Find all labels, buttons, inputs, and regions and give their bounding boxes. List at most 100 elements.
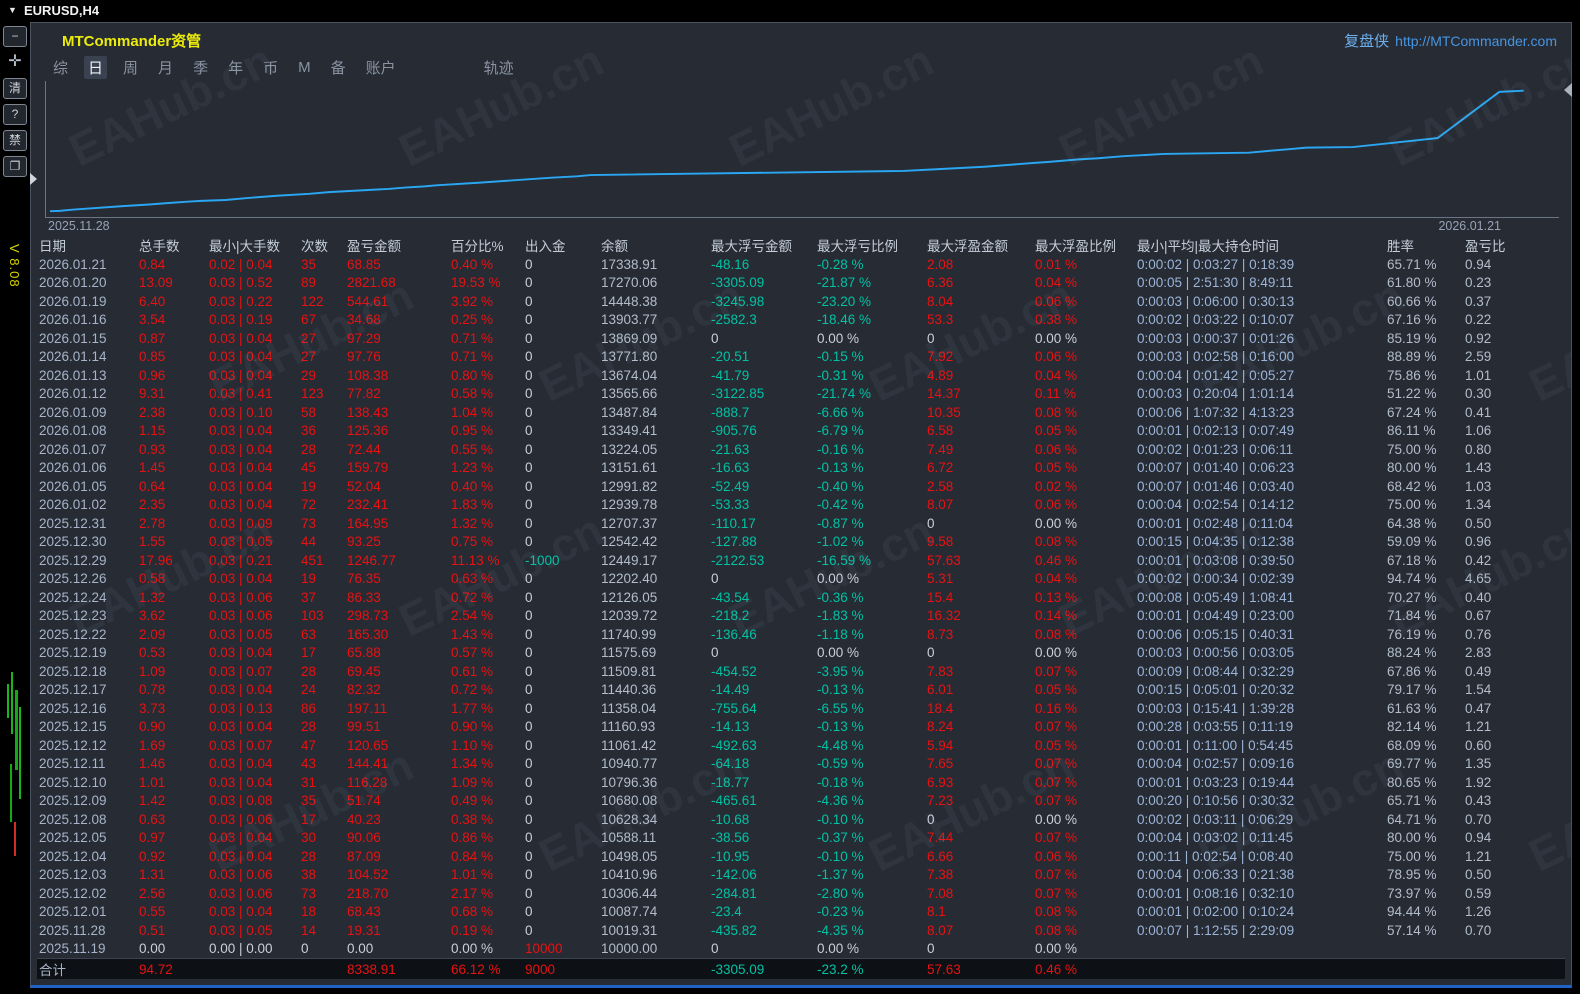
menu-item-currency[interactable]: 币 bbox=[259, 56, 282, 79]
cell-date: 2025.12.30 bbox=[37, 533, 137, 552]
table-row[interactable]: 2025.12.222.090.03 | 0.0563165.301.43 %0… bbox=[37, 625, 1565, 644]
cell-max-float-profit-pct: 0.00 % bbox=[1033, 644, 1135, 663]
cell-total-lots: 0.58 bbox=[137, 570, 207, 589]
cell-max-float-profit: 6.36 bbox=[925, 274, 1033, 293]
table-row[interactable]: 2025.12.040.920.03 | 0.042887.090.84 %01… bbox=[37, 847, 1565, 866]
table-row[interactable]: 2025.12.163.730.03 | 0.1386197.111.77 %0… bbox=[37, 699, 1565, 718]
cell-pl-amount: 164.95 bbox=[345, 514, 449, 533]
table-row[interactable]: 2026.01.210.840.02 | 0.043568.850.40 %01… bbox=[37, 255, 1565, 274]
menu-item-day[interactable]: 日 bbox=[84, 56, 107, 79]
table-row[interactable]: 2025.12.091.420.03 | 0.083551.740.49 %01… bbox=[37, 792, 1565, 811]
table-row[interactable]: 2025.12.022.560.03 | 0.0673218.702.17 %0… bbox=[37, 884, 1565, 903]
cell-deposit-withdraw: 0 bbox=[523, 792, 599, 811]
table-row[interactable]: 2026.01.061.450.03 | 0.0445159.791.23 %0… bbox=[37, 459, 1565, 478]
table-row[interactable]: 2025.11.190.000.00 | 0.0000.000.00 %1000… bbox=[37, 940, 1565, 959]
clear-icon[interactable]: 清 bbox=[3, 78, 27, 99]
table-row[interactable]: 2025.12.260.580.03 | 0.041976.350.63 %01… bbox=[37, 570, 1565, 589]
cell-max-float-loss-pct: -21.87 % bbox=[815, 274, 925, 293]
menu-item-magic[interactable]: M bbox=[294, 58, 315, 77]
menu-item-track[interactable]: 轨迹 bbox=[480, 56, 518, 79]
help-icon[interactable]: ? bbox=[3, 104, 27, 125]
cell-total-lots: 0.63 bbox=[137, 810, 207, 829]
cell-pl-ratio: 2.59 bbox=[1463, 348, 1565, 367]
cell-hold-time: 0:00:05 | 2:51:30 | 8:49:11 bbox=[1135, 274, 1385, 293]
table-row[interactable]: 2025.12.150.900.03 | 0.042899.510.90 %01… bbox=[37, 718, 1565, 737]
cell-max-float-loss-pct: -0.13 % bbox=[815, 718, 925, 737]
menu-item-quarter[interactable]: 季 bbox=[189, 56, 212, 79]
table-row[interactable]: 2026.01.130.960.03 | 0.0429108.380.80 %0… bbox=[37, 366, 1565, 385]
table-row[interactable]: 2025.12.241.320.03 | 0.063786.330.72 %01… bbox=[37, 588, 1565, 607]
menu-item-month[interactable]: 月 bbox=[154, 56, 177, 79]
minimize-icon[interactable]: − bbox=[3, 26, 27, 47]
table-row[interactable]: 2025.12.031.310.03 | 0.0638104.521.01 %0… bbox=[37, 866, 1565, 885]
cell-deposit-withdraw: 0 bbox=[523, 829, 599, 848]
table-row[interactable]: 2026.01.196.400.03 | 0.22122544.613.92 %… bbox=[37, 292, 1565, 311]
table-row[interactable]: 2025.12.181.090.03 | 0.072869.450.61 %01… bbox=[37, 662, 1565, 681]
cell-deposit-withdraw: 0 bbox=[523, 718, 599, 737]
cell-balance: 13151.61 bbox=[599, 459, 709, 478]
cell-deposit-withdraw: 0 bbox=[523, 533, 599, 552]
table-row[interactable]: 2025.12.111.460.03 | 0.0443144.411.34 %0… bbox=[37, 755, 1565, 774]
column-header-pl-ratio: 盈亏比 bbox=[1463, 235, 1565, 255]
table-row[interactable]: 2026.01.070.930.03 | 0.042872.440.55 %01… bbox=[37, 440, 1565, 459]
cell-count: 18 bbox=[299, 903, 345, 922]
cell-pl-ratio: 0.70 bbox=[1463, 921, 1565, 940]
table-row[interactable]: 2026.01.2013.090.03 | 0.52892821.6819.53… bbox=[37, 274, 1565, 293]
table-row[interactable]: 2026.01.163.540.03 | 0.196734.680.25 %01… bbox=[37, 311, 1565, 330]
table-row[interactable]: 2026.01.150.870.03 | 0.042797.290.71 %01… bbox=[37, 329, 1565, 348]
table-row[interactable]: 2025.12.233.620.03 | 0.06103298.732.54 %… bbox=[37, 607, 1565, 626]
table-row[interactable]: 2025.12.121.690.03 | 0.0747120.651.10 %0… bbox=[37, 736, 1565, 755]
table-row[interactable]: 2026.01.022.350.03 | 0.0472232.411.83 %0… bbox=[37, 496, 1565, 515]
cell-count: 31 bbox=[299, 773, 345, 792]
table-row[interactable]: 2025.12.101.010.03 | 0.0431116.281.09 %0… bbox=[37, 773, 1565, 792]
table-row[interactable]: 2025.12.301.550.03 | 0.054493.250.75 %01… bbox=[37, 533, 1565, 552]
menu-item-summary[interactable]: 综 bbox=[49, 56, 72, 79]
table-row[interactable]: 2026.01.050.640.03 | 0.041952.040.40 %01… bbox=[37, 477, 1565, 496]
table-row[interactable]: 2026.01.092.380.03 | 0.1058138.431.04 %0… bbox=[37, 403, 1565, 422]
dropdown-triangle-icon[interactable]: ▼ bbox=[8, 5, 17, 15]
column-header-hold-time: 最小|平均|最大持仓时间 bbox=[1135, 235, 1385, 255]
windows-icon[interactable]: ❐ bbox=[3, 156, 27, 177]
cell-count: 122 bbox=[299, 292, 345, 311]
table-row[interactable]: 2025.12.312.780.03 | 0.0973164.951.32 %0… bbox=[37, 514, 1565, 533]
table-row[interactable]: 2026.01.140.850.03 | 0.042797.760.71 %01… bbox=[37, 348, 1565, 367]
table-row[interactable]: 2025.12.170.780.03 | 0.042482.320.72 %01… bbox=[37, 681, 1565, 700]
move-icon[interactable]: ✛ bbox=[3, 52, 27, 73]
table-row[interactable]: 2025.12.190.530.03 | 0.041765.880.57 %01… bbox=[37, 644, 1565, 663]
cell-win-rate: 75.00 % bbox=[1385, 440, 1463, 459]
table-row[interactable]: 2025.12.2917.960.03 | 0.214511246.7711.1… bbox=[37, 551, 1565, 570]
total-row[interactable]: 合计94.728338.9166.12 %9000-3305.09-23.2 %… bbox=[37, 959, 1565, 980]
brand-url-link[interactable]: http://MTCommander.com bbox=[1395, 33, 1557, 49]
cell-deposit-withdraw: 0 bbox=[523, 422, 599, 441]
cell-max-float-profit: 57.63 bbox=[925, 959, 1033, 980]
table-row[interactable]: 2025.12.080.630.03 | 0.061740.230.38 %01… bbox=[37, 810, 1565, 829]
cell-max-float-profit-pct: 0.07 % bbox=[1033, 884, 1135, 903]
table-row[interactable]: 2025.12.050.970.03 | 0.043090.060.86 %01… bbox=[37, 829, 1565, 848]
cell-pl-amount: 68.85 bbox=[345, 255, 449, 274]
cell-max-float-loss: -14.13 bbox=[709, 718, 815, 737]
disable-icon[interactable]: 禁 bbox=[3, 130, 27, 151]
cell-pl-amount: 232.41 bbox=[345, 496, 449, 515]
table-row[interactable]: 2025.12.010.550.03 | 0.041868.430.68 %01… bbox=[37, 903, 1565, 922]
cell-pl-amount: 108.38 bbox=[345, 366, 449, 385]
table-row[interactable]: 2026.01.129.310.03 | 0.4112377.820.58 %0… bbox=[37, 385, 1565, 404]
menu-item-year[interactable]: 年 bbox=[224, 56, 247, 79]
brand-name-link[interactable]: 复盘侠 bbox=[1344, 33, 1389, 50]
cell-deposit-withdraw: 0 bbox=[523, 699, 599, 718]
table-row[interactable]: 2026.01.081.150.03 | 0.0436125.360.95 %0… bbox=[37, 422, 1565, 441]
cell-max-float-loss: -10.68 bbox=[709, 810, 815, 829]
menu-item-note[interactable]: 备 bbox=[327, 56, 350, 79]
cell-max-float-loss-pct: -0.15 % bbox=[815, 348, 925, 367]
cell-max-float-profit: 0 bbox=[925, 329, 1033, 348]
cell-pl-amount: 104.52 bbox=[345, 866, 449, 885]
cell-win-rate: 67.18 % bbox=[1385, 551, 1463, 570]
table-row[interactable]: 2025.11.280.510.03 | 0.051419.310.19 %01… bbox=[37, 921, 1565, 940]
cell-max-float-loss-pct: -23.20 % bbox=[815, 292, 925, 311]
menu-item-account[interactable]: 账户 bbox=[362, 56, 400, 79]
cell-date: 2025.12.02 bbox=[37, 884, 137, 903]
menu-item-week[interactable]: 周 bbox=[119, 56, 142, 79]
cell-count: 123 bbox=[299, 385, 345, 404]
cell-min-max-lots: 0.03 | 0.06 bbox=[207, 884, 299, 903]
cell-max-float-profit-pct: 0.07 % bbox=[1033, 792, 1135, 811]
toolbar: − ✛ 清? 禁 ❐ bbox=[0, 22, 30, 177]
